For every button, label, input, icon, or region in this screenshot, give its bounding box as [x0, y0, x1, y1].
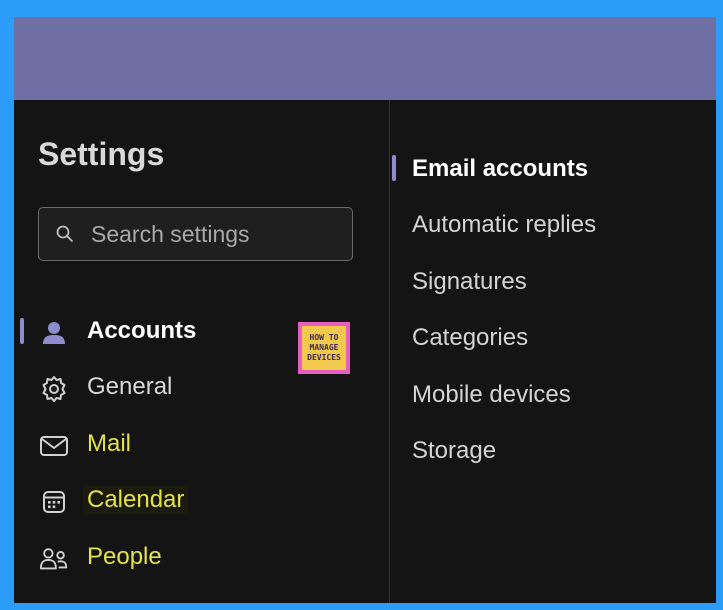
settings-nav-pane: Settings Accounts: [14, 100, 389, 603]
subnav-item-label: Signatures: [412, 268, 527, 295]
nav-item-people[interactable]: People: [14, 536, 389, 580]
subnav-item-label: Storage: [412, 437, 497, 464]
logo-line: HOW TO: [309, 333, 339, 342]
page-title: Settings: [38, 136, 165, 172]
logo-line: DEVICES: [307, 353, 341, 362]
subnav-item-label: Email accounts: [412, 155, 589, 182]
subnav-item-label: Categories: [412, 324, 529, 351]
person-icon: [39, 319, 69, 347]
accounts-subnav-pane: Email accounts Automatic replies Signatu…: [390, 100, 716, 603]
subnav-item-categories[interactable]: Categories: [390, 316, 716, 356]
nav-item-label: Calendar: [83, 486, 189, 514]
calendar-icon: [39, 488, 69, 516]
search-input[interactable]: [91, 208, 341, 260]
logo-text: HOW TO MANAGE DEVICES: [302, 326, 346, 370]
subnav-item-mobile-devices[interactable]: Mobile devices: [390, 373, 716, 413]
nav-item-label: General: [87, 373, 173, 400]
subnav-item-storage[interactable]: Storage: [390, 429, 716, 469]
mail-icon: [39, 432, 69, 460]
nav-item-mail[interactable]: Mail: [14, 423, 389, 467]
subnav-item-label: Automatic replies: [412, 211, 597, 238]
search-box[interactable]: [38, 207, 353, 261]
logo-line: MANAGE: [309, 343, 339, 352]
nav-item-label: Mail: [87, 430, 132, 457]
nav-item-label: People: [87, 543, 162, 570]
subnav-item-email-accounts[interactable]: Email accounts: [390, 147, 716, 187]
subnav-item-label: Mobile devices: [412, 381, 571, 408]
subnav-item-automatic-replies[interactable]: Automatic replies: [390, 203, 716, 243]
window-header: [14, 17, 716, 100]
gear-icon: [39, 375, 69, 403]
selection-indicator: [392, 155, 396, 181]
nav-item-label: Accounts: [87, 317, 197, 344]
settings-window: Settings Accounts: [14, 17, 716, 603]
howtomanagedevices-logo: HOW TO MANAGE DEVICES: [298, 322, 350, 374]
subnav-item-signatures[interactable]: Signatures: [390, 260, 716, 300]
nav-item-calendar[interactable]: Calendar: [14, 479, 389, 523]
people-icon: [39, 545, 69, 573]
selection-indicator: [20, 318, 24, 344]
search-icon: [56, 225, 73, 242]
